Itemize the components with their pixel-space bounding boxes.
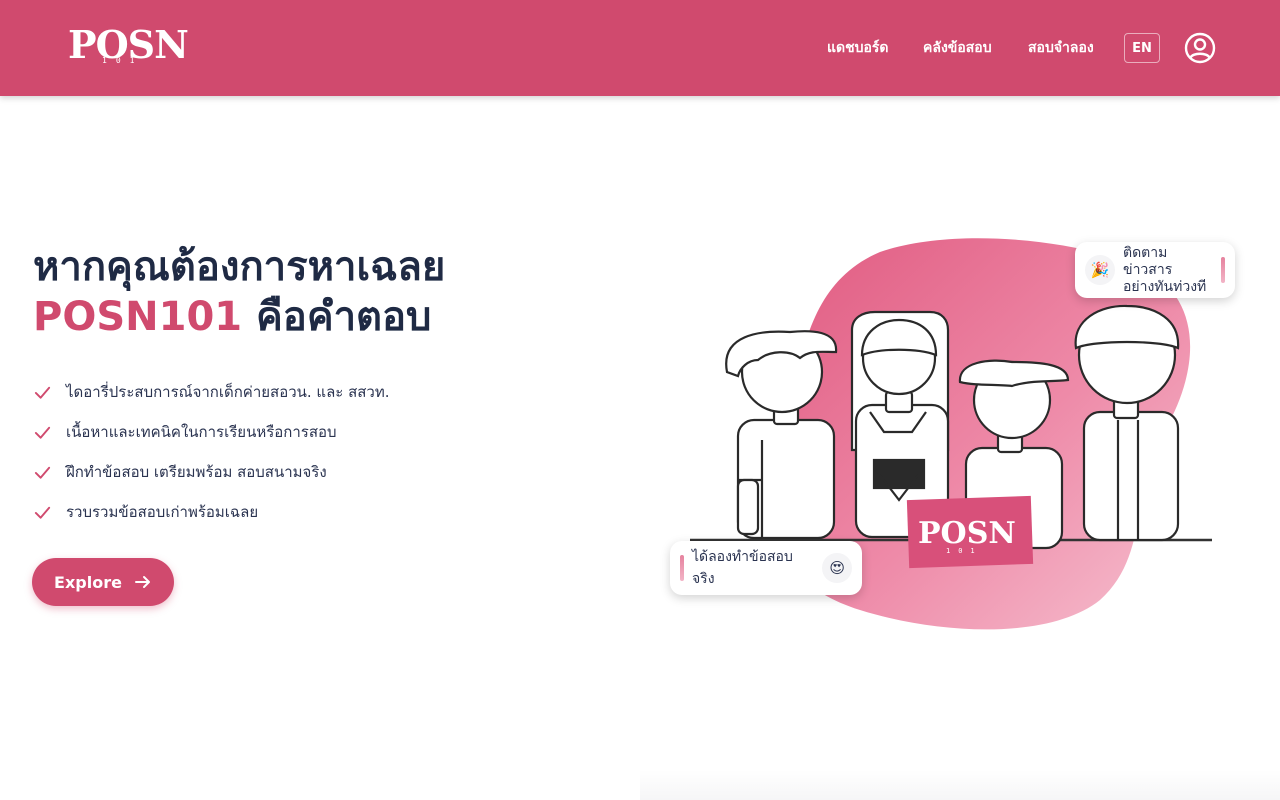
feature-text: รวบรวมข้อสอบเก่าพร้อมเฉลย (66, 503, 259, 521)
language-toggle-button[interactable]: EN (1124, 33, 1160, 63)
star-eyes-emoji-icon: 😍 (822, 553, 852, 583)
feature-item: เนื้อหาและเทคนิคในการเรียนหรือการสอบ (33, 412, 390, 452)
accent-bar (680, 555, 684, 581)
feature-item: รวบรวมข้อสอบเก่าพร้อมเฉลย (33, 492, 390, 532)
nav-exam-bank[interactable]: คลังข้อสอบ (923, 37, 992, 59)
nav-mock-exam[interactable]: สอบจำลอง (1028, 37, 1094, 59)
nav-dashboard[interactable]: แดชบอร์ด (827, 37, 889, 59)
check-icon (34, 506, 51, 519)
exam-label: ได้ลองทำข้อสอบจริง (691, 549, 793, 587)
feature-item: ไดอารี่ประสบการณ์จากเด็กค่ายสอวน. และ สส… (33, 372, 390, 412)
top-navbar: POSN 101 แดชบอร์ด คลังข้อสอบ สอบจำลอง EN (0, 0, 1280, 96)
check-icon (34, 466, 51, 479)
check-icon (34, 386, 51, 399)
feature-text: ไดอารี่ประสบการณ์จากเด็กค่ายสอวน. และ สส… (66, 383, 390, 401)
feature-item: ฝึกทำข้อสอบ เตรียมพร้อม สอบสนามจริง (33, 452, 390, 492)
section-fade (640, 770, 1280, 800)
student-figure (1074, 304, 1180, 542)
news-line2: อย่างทันท่วงที (1123, 278, 1207, 295)
headline-accent: POSN101 (33, 294, 243, 340)
user-circle-icon[interactable] (1184, 32, 1216, 64)
hero-headline: หากคุณต้องการหาเฉลย POSN101 คือคำตอบ (33, 242, 445, 342)
explore-label: Explore (54, 572, 122, 592)
sign-text: POSN (918, 516, 1016, 551)
headline-rest: คือคำตอบ (242, 294, 432, 340)
headline-line1: หากคุณต้องการหาเฉลย (33, 244, 446, 290)
feature-text: เนื้อหาและเทคนิคในการเรียนหรือการสอบ (66, 423, 337, 441)
posn-logo[interactable]: POSN 101 (68, 26, 196, 70)
student-figure (725, 330, 838, 540)
news-bubble: 🎉 ติดตามข่าวสาร อย่างทันท่วงที (1075, 242, 1235, 298)
feature-list: ไดอารี่ประสบการณ์จากเด็กค่ายสอวน. และ สส… (33, 372, 390, 532)
sign-subtext: 101 (946, 547, 983, 555)
explore-button[interactable]: Explore (32, 558, 174, 606)
accent-bar (1221, 257, 1225, 283)
party-popper-icon: 🎉 (1085, 255, 1115, 285)
logo-subtext: 101 (102, 56, 144, 65)
check-icon (34, 426, 51, 439)
exam-bubble: ได้ลองทำข้อสอบจริง 😍 (670, 541, 862, 595)
posn-sign: POSN 101 (906, 495, 1034, 569)
arrow-right-icon (134, 576, 150, 588)
feature-text: ฝึกทำข้อสอบ เตรียมพร้อม สอบสนามจริง (66, 463, 327, 481)
news-line1: ติดตามข่าวสาร (1123, 244, 1173, 278)
